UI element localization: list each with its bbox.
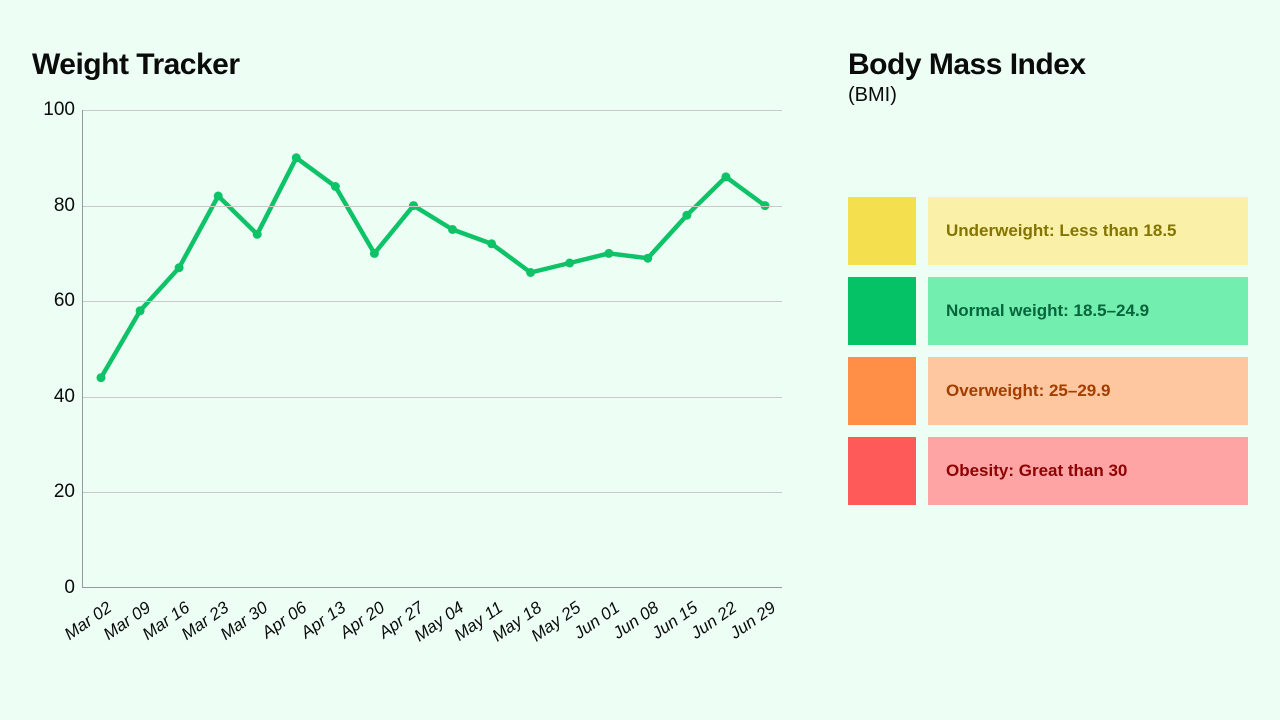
chart-point [526, 268, 535, 277]
bmi-swatch [848, 357, 916, 425]
weight-line-chart: 020406080100 Mar 02Mar 09Mar 16Mar 23Mar… [32, 110, 792, 668]
bmi-item: Underweight: Less than 18.5 [848, 197, 1248, 265]
chart-point [643, 254, 652, 263]
chart-point [175, 263, 184, 272]
chart-point [292, 153, 301, 162]
bmi-swatch [848, 277, 916, 345]
bmi-item: Overweight: 25–29.9 [848, 357, 1248, 425]
bmi-panel: Body Mass Index (BMI) Underweight: Less … [848, 48, 1248, 688]
chart-ytick: 0 [39, 577, 75, 599]
chart-ytick: 60 [39, 290, 75, 312]
weight-tracker-panel: Weight Tracker 020406080100 Mar 02Mar 09… [32, 48, 792, 688]
chart-point [370, 249, 379, 258]
chart-ytick: 80 [39, 195, 75, 217]
chart-point [448, 225, 457, 234]
bmi-label: Normal weight: 18.5–24.9 [928, 277, 1248, 345]
chart-ytick: 40 [39, 386, 75, 408]
chart-gridline [83, 301, 782, 302]
chart-line [101, 158, 765, 378]
bmi-swatch [848, 437, 916, 505]
bmi-label: Overweight: 25–29.9 [928, 357, 1248, 425]
chart-point [721, 172, 730, 181]
chart-point [331, 182, 340, 191]
chart-gridline [83, 397, 782, 398]
chart-point [565, 259, 574, 268]
chart-point [604, 249, 613, 258]
bmi-title: Body Mass Index [848, 48, 1248, 82]
chart-point [136, 306, 145, 315]
bmi-label: Underweight: Less than 18.5 [928, 197, 1248, 265]
chart-gridline [83, 206, 782, 207]
bmi-label: Obesity: Great than 30 [928, 437, 1248, 505]
bmi-subtitle: (BMI) [848, 84, 1248, 107]
chart-gridline [83, 492, 782, 493]
bmi-item: Normal weight: 18.5–24.9 [848, 277, 1248, 345]
bmi-item: Obesity: Great than 30 [848, 437, 1248, 505]
chart-point [253, 230, 262, 239]
chart-point [214, 192, 223, 201]
bmi-swatch [848, 197, 916, 265]
weight-tracker-title: Weight Tracker [32, 48, 792, 82]
chart-point [487, 239, 496, 248]
chart-gridline [83, 110, 782, 111]
chart-point [682, 211, 691, 220]
chart-ytick: 100 [39, 99, 75, 121]
bmi-legend: Underweight: Less than 18.5 Normal weight… [848, 197, 1248, 505]
chart-ytick: 20 [39, 481, 75, 503]
chart-point [97, 373, 106, 382]
